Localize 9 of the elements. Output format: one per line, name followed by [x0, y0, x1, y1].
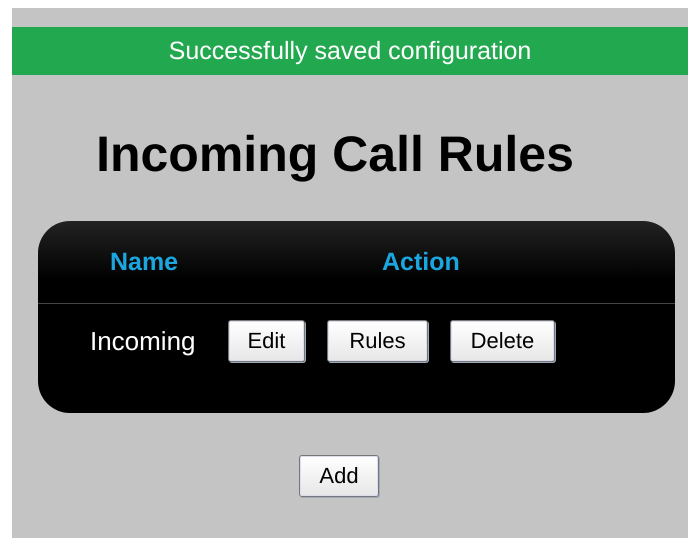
column-header: Name [109, 248, 180, 276]
action-button[interactable]: Edit [228, 320, 306, 362]
add-button[interactable]: Add [299, 455, 379, 497]
success-banner: Successfully saved configuration [12, 27, 688, 75]
page-title: Incoming Call Rules [95, 125, 575, 183]
action-button[interactable]: Delete [450, 320, 556, 362]
column-header: Action [381, 248, 461, 276]
rule-name: Incoming [90, 326, 196, 356]
action-button[interactable]: Rules [327, 320, 428, 362]
